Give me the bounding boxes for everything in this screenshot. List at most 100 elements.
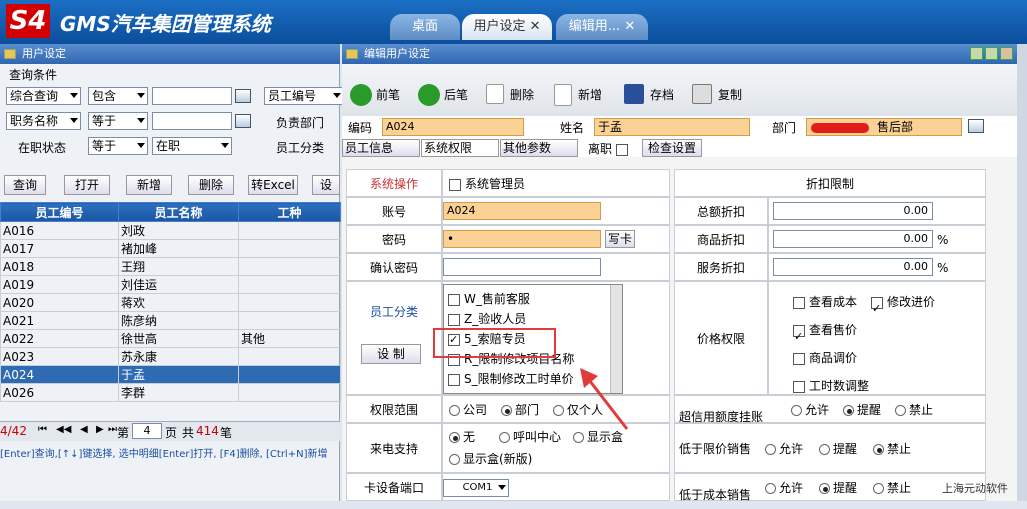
system-admin-checkbox[interactable]: 系统管理员 (442, 169, 670, 197)
radio[interactable] (765, 444, 776, 455)
radio[interactable] (791, 405, 802, 416)
next-record-button[interactable]: 后笔 (418, 80, 478, 110)
modify-purchase-price-checkbox[interactable]: 修改进价 (871, 288, 935, 323)
table-row[interactable]: A016 刘政 (0, 221, 341, 240)
tab-edit-user[interactable]: 编辑用... ✕ (556, 14, 648, 40)
password-input[interactable]: • (443, 230, 601, 248)
radio[interactable] (449, 454, 460, 465)
close-icon[interactable]: ✕ (530, 19, 541, 34)
table-row[interactable]: A021 陈彦纳 (0, 311, 341, 330)
open-button[interactable]: 打开 (64, 175, 110, 195)
table-row[interactable]: A020 蒋欢 (0, 293, 341, 312)
checkbox[interactable] (449, 178, 461, 191)
radio-option[interactable]: 部门 (501, 403, 539, 417)
table-row[interactable]: A026 李群 (0, 383, 341, 402)
account-input[interactable]: A024 (443, 202, 601, 220)
service-discount-input[interactable]: 0.00 (773, 258, 933, 276)
radio-option[interactable]: 无 (449, 430, 475, 444)
radio-option[interactable]: 禁止 (873, 481, 911, 495)
column-header[interactable]: 员工编号 (0, 202, 119, 222)
query-op-select[interactable]: 包含 (88, 87, 148, 105)
radio-option[interactable]: 提醒 (843, 403, 881, 417)
job-op-select[interactable]: 等于 (88, 112, 148, 130)
checkbox[interactable] (448, 293, 460, 306)
checkbox[interactable] (793, 352, 805, 365)
add-record-button[interactable]: 新增 (554, 80, 614, 110)
checkbox[interactable] (793, 380, 805, 393)
radio-option[interactable]: 显示盒(新版) (449, 452, 532, 466)
department-input[interactable]: 售后部 (806, 118, 962, 136)
checkbox[interactable] (448, 373, 460, 386)
radio[interactable] (819, 483, 830, 494)
radio-option[interactable]: 允许 (791, 403, 829, 417)
category-item[interactable]: Z_验收人员 (448, 311, 526, 327)
radio[interactable] (873, 483, 884, 494)
calendar-icon[interactable] (235, 89, 251, 103)
copy-button[interactable]: 复制 (692, 80, 752, 110)
next-page-icon[interactable]: ▶ (96, 424, 104, 435)
status-value-select[interactable]: 在职 (152, 137, 232, 155)
query-value-input[interactable] (152, 87, 232, 105)
radio[interactable] (553, 405, 564, 416)
radio[interactable] (895, 405, 906, 416)
back-icon[interactable]: ◀ (80, 424, 88, 435)
tab-desktop[interactable]: 桌面 (390, 14, 460, 40)
category-item[interactable]: W_售前客服 (448, 291, 530, 307)
resigned-checkbox[interactable]: 离职 (588, 140, 632, 157)
setup-button[interactable]: 设 制 (361, 344, 421, 364)
maximize-icon[interactable] (985, 47, 998, 60)
tab-system-permissions[interactable]: 系统权限 (421, 139, 499, 157)
goods-price-adjust-checkbox[interactable]: 商品调价 (793, 344, 857, 372)
page-input[interactable]: 4 (132, 423, 162, 439)
total-discount-input[interactable]: 0.00 (773, 202, 933, 220)
table-row[interactable]: A018 王翔 (0, 257, 341, 276)
calendar-icon[interactable] (235, 114, 251, 128)
goods-discount-input[interactable]: 0.00 (773, 230, 933, 248)
radio[interactable] (501, 405, 512, 416)
radio[interactable] (765, 483, 776, 494)
minimize-icon[interactable] (970, 47, 983, 60)
radio-option[interactable]: 禁止 (873, 442, 911, 456)
checkbox[interactable] (448, 313, 460, 326)
column-header[interactable]: 工种 (238, 202, 341, 222)
radio-option[interactable]: 提醒 (819, 481, 857, 495)
query-button[interactable]: 查询 (4, 175, 46, 195)
table-row[interactable]: A024 于孟 (0, 365, 341, 384)
prev-page-icon[interactable]: ◀◀ (56, 424, 71, 435)
save-button[interactable]: 存档 (624, 80, 684, 110)
radio[interactable] (449, 405, 460, 416)
checkbox[interactable] (793, 323, 805, 351)
radio-option[interactable]: 允许 (765, 481, 803, 495)
radio[interactable] (843, 405, 854, 416)
radio[interactable] (499, 432, 510, 443)
radio[interactable] (873, 444, 884, 455)
category-item[interactable]: S_限制修改工时单价 (448, 371, 574, 387)
last-page-icon[interactable]: ⏭ (108, 424, 117, 435)
checkbox[interactable] (871, 295, 883, 323)
prev-record-button[interactable]: 前笔 (350, 80, 410, 110)
radio[interactable] (819, 444, 830, 455)
code-input[interactable]: A024 (382, 118, 524, 136)
name-input[interactable]: 于孟 (594, 118, 750, 136)
job-title-select[interactable]: 职务名称 (6, 112, 81, 130)
delete-button[interactable]: 删除 (188, 175, 234, 195)
checkbox[interactable] (615, 143, 628, 156)
table-row[interactable]: A022 徐世高 其他 (0, 329, 341, 348)
settings-button[interactable]: 设 (312, 175, 340, 195)
table-row[interactable]: A023 苏永康 (0, 347, 341, 366)
checkbox[interactable] (793, 296, 805, 309)
tab-employee-info[interactable]: 员工信息 (342, 139, 420, 157)
export-excel-button[interactable]: 转Excel (248, 175, 298, 195)
radio-option[interactable]: 允许 (765, 442, 803, 456)
radio-option[interactable]: 禁止 (895, 403, 933, 417)
status-op-select[interactable]: 等于 (88, 137, 148, 155)
view-sale-price-checkbox[interactable]: 查看售价 (793, 316, 857, 351)
confirm-password-input[interactable] (443, 258, 601, 276)
view-cost-checkbox[interactable]: 查看成本 (793, 288, 857, 316)
query-field-select[interactable]: 综合查询 (6, 87, 81, 105)
radio-option[interactable]: 呼叫中心 (499, 430, 561, 444)
radio-option[interactable]: 公司 (449, 403, 487, 417)
first-page-icon[interactable]: ⏮ (38, 424, 47, 435)
radio-option[interactable]: 提醒 (819, 442, 857, 456)
card-port-select[interactable]: COM1 (443, 479, 509, 497)
